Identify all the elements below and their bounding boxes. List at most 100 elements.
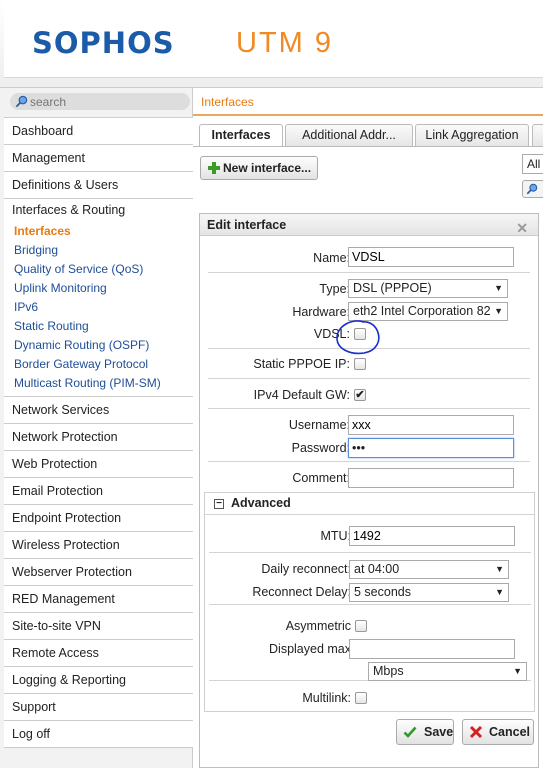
hardware-select-value: eth2 Intel Corporation 82 bbox=[353, 304, 491, 318]
daily-reconnect-label: Daily reconnect: bbox=[261, 562, 351, 576]
tab-interfaces[interactable]: Interfaces bbox=[199, 124, 283, 147]
chevron-down-icon: ▼ bbox=[492, 280, 503, 297]
sidebar-item-endpoint-protection[interactable]: Endpoint Protection bbox=[4, 505, 193, 532]
mtu-field[interactable] bbox=[349, 526, 515, 546]
multilink-label: Multilink: bbox=[302, 691, 351, 705]
sidebar-item-email-protection[interactable]: Email Protection bbox=[4, 478, 193, 505]
save-label: Save bbox=[424, 725, 454, 739]
filter-search-button[interactable] bbox=[522, 180, 543, 198]
username-label: Username: bbox=[288, 418, 350, 432]
sidebar-item-site-to-site-vpn[interactable]: Site-to-site VPN bbox=[4, 613, 193, 640]
sidebar-subitem-multicast[interactable]: Multicast Routing (PIM-SM) bbox=[4, 374, 193, 393]
asymmetric-group: Asymmetric Displayed max Mbps ▼ bbox=[209, 605, 531, 681]
close-icon[interactable]: ✕ bbox=[516, 217, 528, 239]
tab-additional-addresses[interactable]: Additional Addr... bbox=[285, 124, 413, 146]
comment-label: Comment: bbox=[292, 471, 350, 485]
hardware-label: Hardware: bbox=[292, 305, 350, 319]
name-label: Name: bbox=[313, 251, 350, 265]
type-select[interactable]: DSL (PPPOE) ▼ bbox=[348, 279, 508, 298]
chevron-down-icon: ▼ bbox=[511, 663, 522, 680]
advanced-header[interactable]: − Advanced bbox=[205, 493, 534, 515]
sidebar-item-network-services[interactable]: Network Services bbox=[4, 397, 193, 424]
sidebar-subitem-bgp[interactable]: Border Gateway Protocol bbox=[4, 355, 193, 374]
chevron-down-icon: ▼ bbox=[493, 561, 504, 578]
password-field[interactable]: ••• bbox=[348, 438, 514, 458]
type-select-value: DSL (PPPOE) bbox=[353, 281, 432, 295]
displayed-max-field[interactable] bbox=[349, 639, 515, 659]
breadcrumb: Interfaces bbox=[201, 95, 254, 109]
sidebar-item-logging-reporting[interactable]: Logging & Reporting bbox=[4, 667, 193, 694]
sidebar-item-management[interactable]: Management bbox=[4, 145, 193, 172]
advanced-section: − Advanced MTU: Daily reconnect: at 04:0… bbox=[204, 492, 535, 712]
new-interface-button[interactable]: New interface... bbox=[200, 156, 318, 180]
advanced-title: Advanced bbox=[231, 496, 291, 510]
vdsl-label: VDSL: bbox=[313, 327, 350, 341]
cancel-x-icon bbox=[469, 725, 483, 739]
static-pppoe-label: Static PPPOE IP: bbox=[253, 357, 350, 371]
save-button[interactable]: Save bbox=[396, 719, 454, 745]
product-name: UTM 9 bbox=[236, 27, 333, 59]
sidebar-search[interactable] bbox=[10, 93, 190, 110]
sidebar-subitem-qos[interactable]: Quality of Service (QoS) bbox=[4, 260, 193, 279]
sidebar-item-wireless-protection[interactable]: Wireless Protection bbox=[4, 532, 193, 559]
type-group: Type: DSL (PPPOE) ▼ Hardware: eth2 Intel… bbox=[208, 273, 530, 349]
static-pppoe-checkbox[interactable] bbox=[354, 358, 366, 370]
dialog-title: Edit interface ✕ bbox=[200, 214, 538, 236]
search-input[interactable] bbox=[30, 94, 180, 109]
sidebar-item-support[interactable]: Support bbox=[4, 694, 193, 721]
ipv4-gw-checkbox[interactable]: ✔ bbox=[354, 389, 366, 401]
sidebar-subitem-ipv6[interactable]: IPv6 bbox=[4, 298, 193, 317]
reconnect-delay-select[interactable]: 5 seconds ▼ bbox=[349, 583, 509, 602]
tab-more[interactable] bbox=[532, 124, 543, 146]
sidebar-item-network-protection[interactable]: Network Protection bbox=[4, 424, 193, 451]
reconnect-delay-value: 5 seconds bbox=[354, 585, 411, 599]
credentials-group: Username: Password: ••• bbox=[208, 409, 530, 462]
header-bar: SOPHOS UTM 9 bbox=[4, 0, 543, 78]
sidebar-section-interfaces-routing: Interfaces & Routing Interfaces Bridging… bbox=[4, 199, 193, 397]
edit-interface-dialog: Edit interface ✕ Name: Type: DSL (PPPOE)… bbox=[199, 213, 539, 768]
tab-link-aggregation[interactable]: Link Aggregation bbox=[415, 124, 529, 146]
username-field[interactable] bbox=[348, 415, 514, 435]
sidebar-item-red-management[interactable]: RED Management bbox=[4, 586, 193, 613]
cancel-button[interactable]: Cancel bbox=[462, 719, 534, 745]
asymmetric-label: Asymmetric bbox=[285, 619, 351, 633]
sidebar-item-webserver-protection[interactable]: Webserver Protection bbox=[4, 559, 193, 586]
chevron-down-icon: ▼ bbox=[492, 303, 503, 320]
sidebar-nav: Dashboard Management Definitions & Users… bbox=[4, 117, 193, 748]
name-field[interactable] bbox=[348, 247, 514, 267]
type-label: Type: bbox=[319, 282, 350, 296]
sidebar-subitem-interfaces[interactable]: Interfaces bbox=[4, 222, 193, 241]
breadcrumb-divider bbox=[193, 114, 543, 116]
sidebar: Dashboard Management Definitions & Users… bbox=[0, 88, 193, 768]
sidebar-item-interfaces-routing[interactable]: Interfaces & Routing bbox=[4, 199, 193, 222]
collapse-icon[interactable]: − bbox=[214, 499, 224, 509]
sidebar-subitem-static-routing[interactable]: Static Routing bbox=[4, 317, 193, 336]
reconnect-delay-label: Reconnect Delay: bbox=[252, 585, 351, 599]
vdsl-checkbox[interactable] bbox=[354, 328, 366, 340]
asymmetric-checkbox[interactable] bbox=[355, 620, 367, 632]
unit-select[interactable]: Mbps ▼ bbox=[368, 662, 527, 681]
sidebar-item-web-protection[interactable]: Web Protection bbox=[4, 451, 193, 478]
filter-select[interactable]: All bbox=[522, 154, 543, 174]
sidebar-subitem-ospf[interactable]: Dynamic Routing (OSPF) bbox=[4, 336, 193, 355]
search-icon bbox=[15, 95, 28, 108]
sidebar-item-remote-access[interactable]: Remote Access bbox=[4, 640, 193, 667]
comment-field[interactable] bbox=[348, 468, 514, 488]
chevron-down-icon: ▼ bbox=[493, 584, 504, 601]
hardware-select[interactable]: eth2 Intel Corporation 82 ▼ bbox=[348, 302, 508, 321]
multilink-checkbox[interactable] bbox=[355, 692, 367, 704]
mtu-row: MTU: bbox=[209, 516, 531, 553]
displayed-max-label: Displayed max bbox=[269, 642, 351, 656]
sidebar-item-log-off[interactable]: Log off bbox=[4, 721, 193, 748]
sidebar-subitem-uplink-monitoring[interactable]: Uplink Monitoring bbox=[4, 279, 193, 298]
unit-select-value: Mbps bbox=[373, 664, 404, 678]
daily-reconnect-value: at 04:00 bbox=[354, 562, 400, 576]
mtu-label: MTU: bbox=[320, 529, 351, 543]
password-label: Password: bbox=[291, 441, 350, 455]
sidebar-item-definitions-users[interactable]: Definitions & Users bbox=[4, 172, 193, 199]
reconnect-group: Daily reconnect: at 04:00 ▼ Reconnect De… bbox=[209, 553, 531, 605]
daily-reconnect-select[interactable]: at 04:00 ▼ bbox=[349, 560, 509, 579]
sidebar-item-dashboard[interactable]: Dashboard bbox=[4, 118, 193, 145]
cancel-label: Cancel bbox=[489, 725, 530, 739]
sidebar-subitem-bridging[interactable]: Bridging bbox=[4, 241, 193, 260]
